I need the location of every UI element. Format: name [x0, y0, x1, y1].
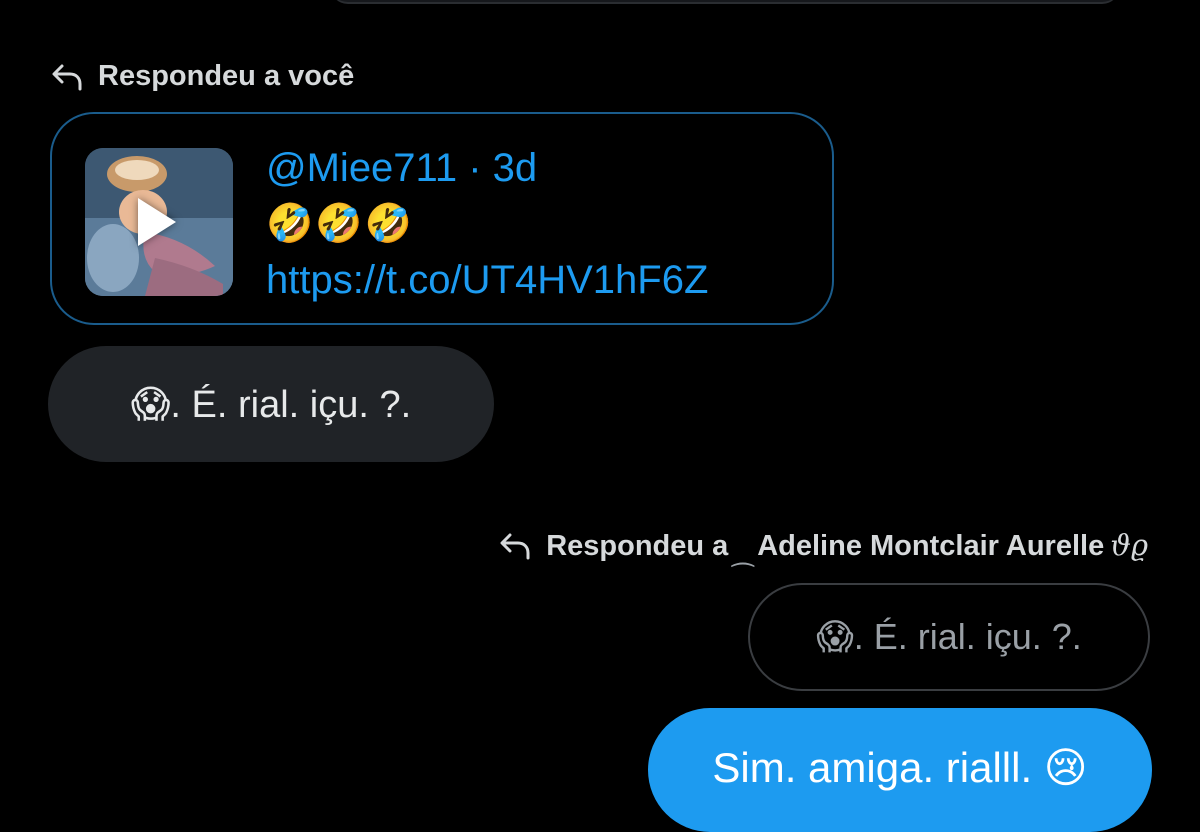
sent-message-bubble[interactable]: Sim. amiga. rialll. 😢 — [648, 708, 1152, 832]
quoted-post-card[interactable]: @Miee711 · 3d 🤣🤣🤣 https://t.co/UT4HV1hF6… — [50, 112, 834, 325]
quoted-message-text: 😱. É. rial. içu. ?. — [816, 616, 1082, 657]
received-message-bubble[interactable]: 😱. É. rial. içu. ?. — [48, 346, 494, 462]
quoted-message-bubble[interactable]: 😱. É. rial. içu. ?. — [748, 583, 1150, 691]
replied-user-name[interactable]: Adeline Montclair Aurelle — [757, 530, 1104, 562]
quoted-post-emojis: 🤣🤣🤣 — [266, 203, 414, 245]
reply-arrow-icon — [50, 63, 84, 91]
message-text: 😱. É. rial. içu. ?. — [130, 383, 412, 426]
reply-context-text: Respondeu a você — [98, 60, 355, 92]
previous-message-bubble-edge — [330, 0, 1120, 4]
quoted-post-content: @Miee711 · 3d 🤣🤣🤣 https://t.co/UT4HV1hF6… — [266, 140, 708, 308]
message-text: Sim. amiga. rialll. 😢 — [712, 743, 1088, 791]
video-thumbnail[interactable] — [85, 148, 233, 296]
reply-arrow-icon — [498, 532, 532, 560]
name-suffix-symbols: ϑϱ — [1110, 528, 1148, 562]
reply-context-label: Respondeu a ⁔ Adeline Montclair Aurelle ϑϱ — [498, 528, 1148, 567]
name-decoration: ⁔ — [732, 537, 754, 567]
reply-context-label: Respondeu a você — [50, 60, 354, 93]
quoted-post-link[interactable]: https://t.co/UT4HV1hF6Z — [266, 252, 708, 308]
quoted-post-author[interactable]: @Miee711 · 3d — [266, 140, 708, 196]
reply-context-prefix: Respondeu a — [546, 530, 729, 562]
play-icon[interactable] — [138, 198, 176, 246]
